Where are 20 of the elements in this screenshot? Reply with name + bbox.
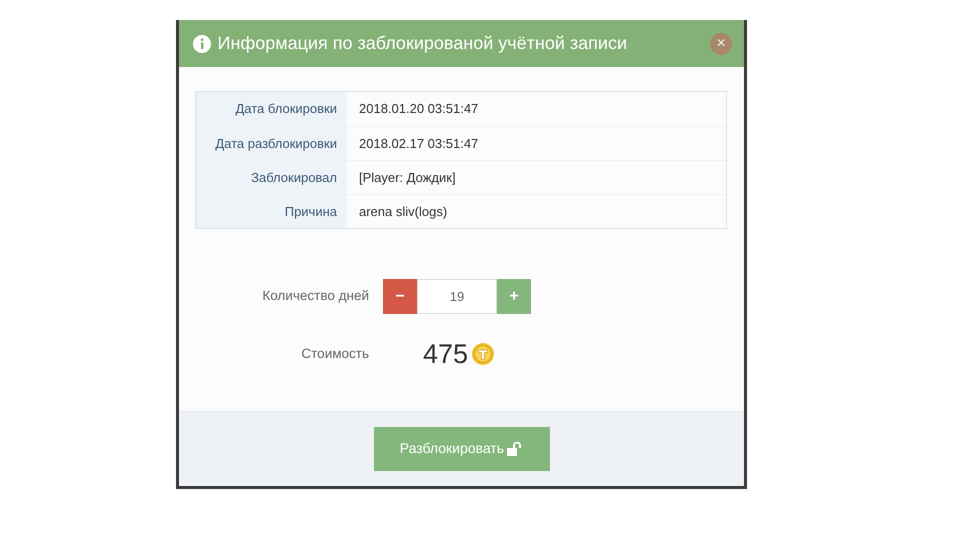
field-label: Заблокировал (196, 161, 347, 194)
field-value: 2018.02.17 03:51:47 (358, 135, 478, 153)
field-value: arena sliv(logs) (358, 203, 448, 221)
info-icon (193, 34, 211, 52)
days-input[interactable]: 19 (417, 279, 497, 314)
coin-icon (471, 342, 496, 366)
modal-title: Информация по заблокированой учётной записи (218, 32, 628, 55)
cost-value: 475 (423, 338, 468, 371)
field-value: [Player: Дождик] (358, 169, 456, 187)
field-label: Дата блокировки (196, 92, 347, 126)
field-label: Дата разблокировки (196, 127, 347, 160)
field-value: 2018.01.20 03:51:47 (358, 100, 478, 118)
days-label: Количество дней (261, 287, 369, 306)
unlock-icon (507, 442, 524, 456)
cost-label: Стоимость (300, 345, 369, 364)
increase-button[interactable]: + (497, 279, 531, 314)
close-button[interactable]: × (710, 32, 732, 54)
field-label: Причина (196, 195, 347, 228)
unblock-button[interactable]: Разблокировать (374, 426, 550, 470)
decrease-button[interactable]: − (383, 279, 417, 314)
